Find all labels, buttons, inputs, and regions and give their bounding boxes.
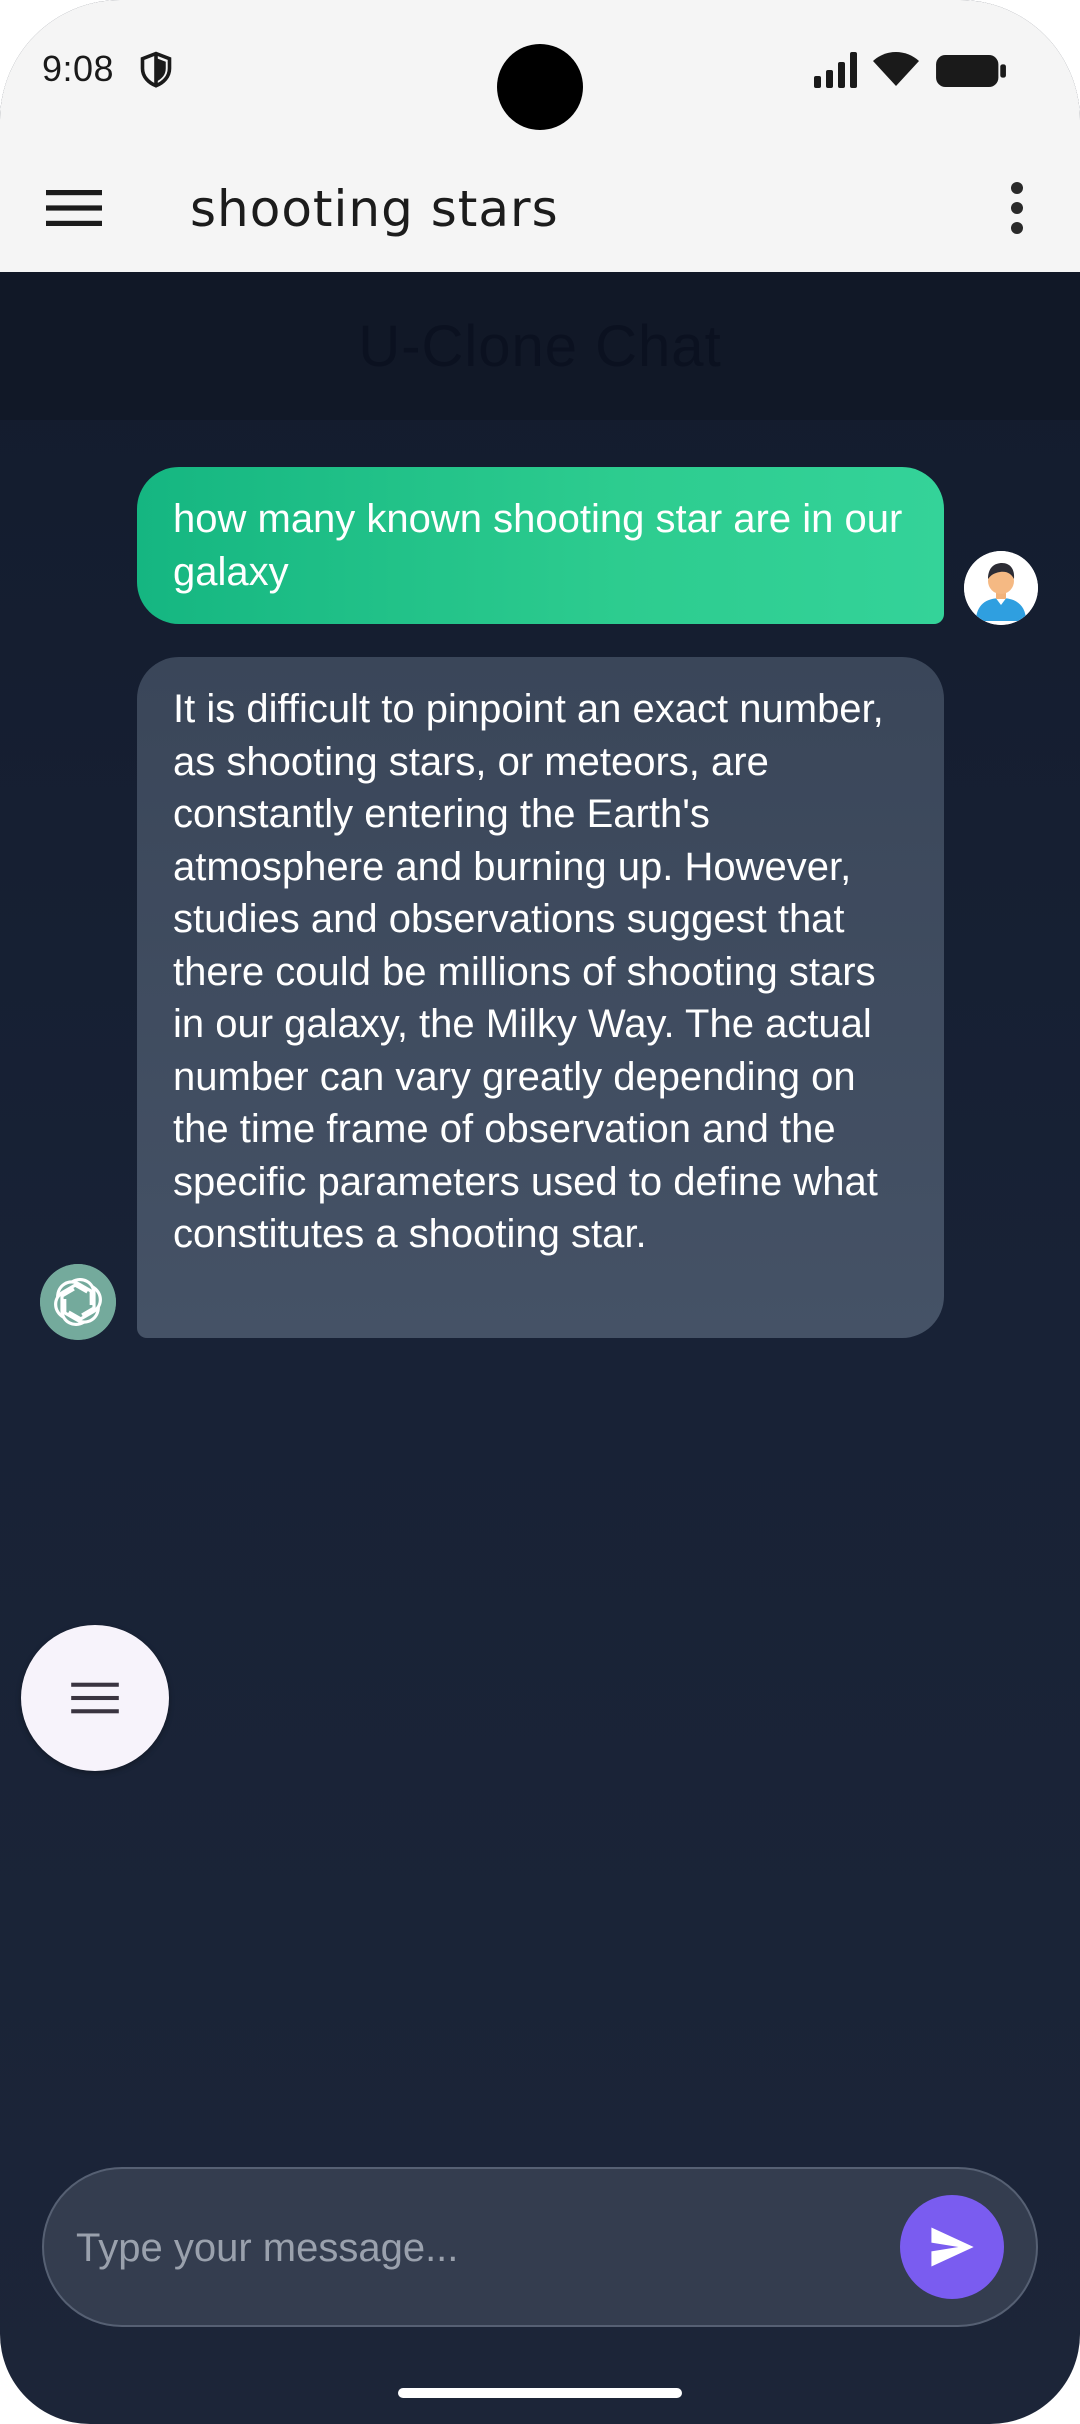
assistant-message-bubble: It is difficult to pinpoint an exact num… <box>137 657 944 1338</box>
message-composer <box>42 2167 1038 2327</box>
send-icon <box>931 2227 974 2267</box>
menu-fab-button[interactable] <box>21 1625 169 1771</box>
status-time: 9:08 <box>42 48 115 89</box>
app-bar-title: shooting stars <box>190 180 559 238</box>
user-avatar-icon <box>964 551 1038 625</box>
user-message-bubble: how many known shooting star are in our … <box>137 467 944 624</box>
shield-icon <box>140 51 172 88</box>
hamburger-menu-icon[interactable] <box>46 188 102 228</box>
cellular-signal-icon <box>814 52 857 88</box>
page-header-title: U-Clone Chat <box>358 313 722 379</box>
hamburger-menu-icon <box>71 1682 119 1714</box>
top-bar: 9:08 shooting stars <box>0 0 1080 272</box>
more-vertical-icon[interactable] <box>1000 180 1034 236</box>
battery-icon <box>936 54 1006 88</box>
message-input[interactable] <box>74 2209 898 2287</box>
openai-logo-icon <box>40 1264 116 1340</box>
home-indicator[interactable] <box>398 2388 682 2398</box>
page-header: U-Clone Chat <box>0 272 1080 420</box>
send-button[interactable] <box>900 2195 1004 2299</box>
wifi-icon <box>873 52 919 86</box>
phone-screen: 9:08 shooting stars U-Clone Chat how man… <box>0 0 1080 2424</box>
front-camera <box>497 44 583 130</box>
